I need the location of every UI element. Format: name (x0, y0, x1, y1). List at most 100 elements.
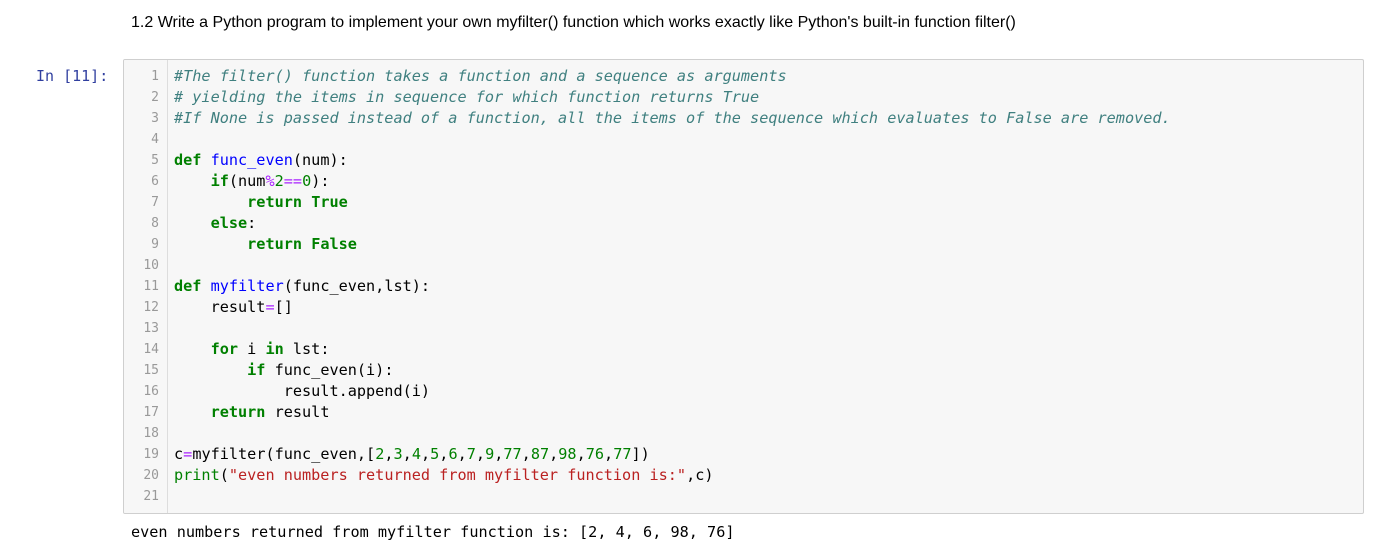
code-token-comment: #The filter() function takes a function … (174, 67, 787, 85)
code-token-plain: i (238, 340, 266, 358)
code-token-comment: # yielding the items in sequence for whi… (174, 88, 760, 106)
line-number: 4 (151, 132, 159, 147)
line-number: 3 (151, 111, 159, 126)
code-token-keyword: def (174, 277, 202, 295)
code-line[interactable] (174, 423, 1359, 444)
code-token-keyword: def (174, 151, 202, 169)
markdown-cell-text[interactable]: 1.2 Write a Python program to implement … (131, 12, 1331, 38)
code-token-plain: [] (274, 298, 293, 316)
code-token-keyword: return (247, 193, 303, 211)
line-number: 2 (151, 90, 159, 105)
line-number: 11 (143, 279, 159, 294)
code-token-number: 98 (558, 445, 577, 463)
line-number: 19 (143, 447, 159, 462)
code-line[interactable]: c=myfilter(func_even,[2,3,4,5,6,7,9,77,8… (174, 444, 1359, 465)
code-token-op: == (283, 172, 303, 190)
line-number: 14 (143, 342, 159, 357)
line-number: 13 (143, 321, 159, 336)
line-number: 16 (143, 384, 159, 399)
code-line[interactable]: def myfilter(func_even,lst): (174, 276, 1359, 297)
code-token-number: 77 (503, 445, 522, 463)
line-number: 12 (143, 300, 159, 315)
code-token-plain: (num): (292, 151, 348, 169)
code-token-number: 77 (613, 445, 632, 463)
code-line[interactable]: return True (174, 192, 1359, 213)
code-token-number: 2 (375, 445, 385, 463)
code-token-plain: , (494, 445, 504, 463)
code-token-plain: , (549, 445, 559, 463)
code-token-def: myfilter (210, 277, 284, 295)
code-line[interactable] (174, 318, 1359, 339)
line-number-gutter: 1 2 3 4 5 6 7 8 9 10 11 12 13 14 15 16 17 18 19 20 21 (124, 60, 168, 513)
code-token-plain: , (604, 445, 614, 463)
code-line[interactable]: # yielding the items in sequence for whi… (174, 87, 1359, 108)
code-token-keyword: in (265, 340, 284, 358)
code-token-number: 4 (411, 445, 421, 463)
code-token-op: % (265, 172, 275, 190)
code-token-keyword: True (311, 193, 348, 211)
line-number: 20 (143, 468, 159, 483)
code-token-plain: , (402, 445, 412, 463)
code-line[interactable] (174, 255, 1359, 276)
code-line[interactable]: result.append(i) (174, 381, 1359, 402)
line-number: 17 (143, 405, 159, 420)
code-line[interactable]: #The filter() function takes a function … (174, 66, 1359, 87)
code-line[interactable] (174, 486, 1359, 507)
code-line[interactable]: else: (174, 213, 1359, 234)
line-number: 21 (143, 489, 159, 504)
code-token-keyword: for (210, 340, 239, 358)
code-token-plain: c (174, 445, 184, 463)
code-token-plain: , (521, 445, 531, 463)
code-token-keyword: if (247, 361, 266, 379)
code-token-number: 0 (302, 172, 312, 190)
code-line[interactable]: if(num%2==0): (174, 171, 1359, 192)
code-token-number: 6 (448, 445, 458, 463)
code-token-plain: ): (311, 172, 330, 190)
code-token-plain: (num (228, 172, 266, 190)
code-token-plain: , (475, 445, 486, 463)
code-line[interactable]: return result (174, 402, 1359, 423)
cell-prompt: In [11]: (36, 67, 109, 85)
code-token-plain: lst: (283, 340, 330, 358)
code-token-number: 76 (585, 445, 605, 463)
code-token-comment: #If None is passed instead of a function… (174, 109, 1171, 127)
code-cell-editor[interactable]: 1 2 3 4 5 6 7 8 9 10 11 12 13 14 15 16 17 18 19 20 21 #The f… (123, 59, 1364, 514)
code-line[interactable]: return False (174, 234, 1359, 255)
code-token-plain: (func_even,lst): (283, 277, 431, 295)
code-line[interactable] (174, 129, 1359, 150)
code-token-op: = (265, 298, 275, 316)
line-number: 6 (151, 174, 159, 189)
code-token-number: 5 (430, 445, 440, 463)
code-token-plain: : (247, 214, 257, 232)
line-number: 18 (143, 426, 159, 441)
code-line[interactable]: print("even numbers returned from myfilt… (174, 465, 1359, 486)
code-token-keyword: if (210, 172, 229, 190)
code-token-plain: , (576, 445, 586, 463)
code-token-plain: result.append(i) (174, 382, 431, 400)
code-token-plain: func_even(i): (265, 361, 394, 379)
code-token-builtin: print (174, 466, 220, 484)
code-line[interactable]: #If None is passed instead of a function… (174, 108, 1359, 129)
code-line[interactable]: for i in lst: (174, 339, 1359, 360)
code-line[interactable]: result=[] (174, 297, 1359, 318)
code-lines[interactable]: #The filter() function takes a function … (174, 66, 1359, 507)
code-token-string: "even numbers returned from myfilter fun… (228, 466, 687, 484)
line-number: 15 (143, 363, 159, 378)
code-line[interactable]: if func_even(i): (174, 360, 1359, 381)
line-number: 1 (151, 69, 159, 84)
code-token-number: 7 (466, 445, 476, 463)
code-line[interactable]: def func_even(num): (174, 150, 1359, 171)
code-token-plain: ,c) (686, 466, 714, 484)
code-token-keyword: else (210, 214, 248, 232)
